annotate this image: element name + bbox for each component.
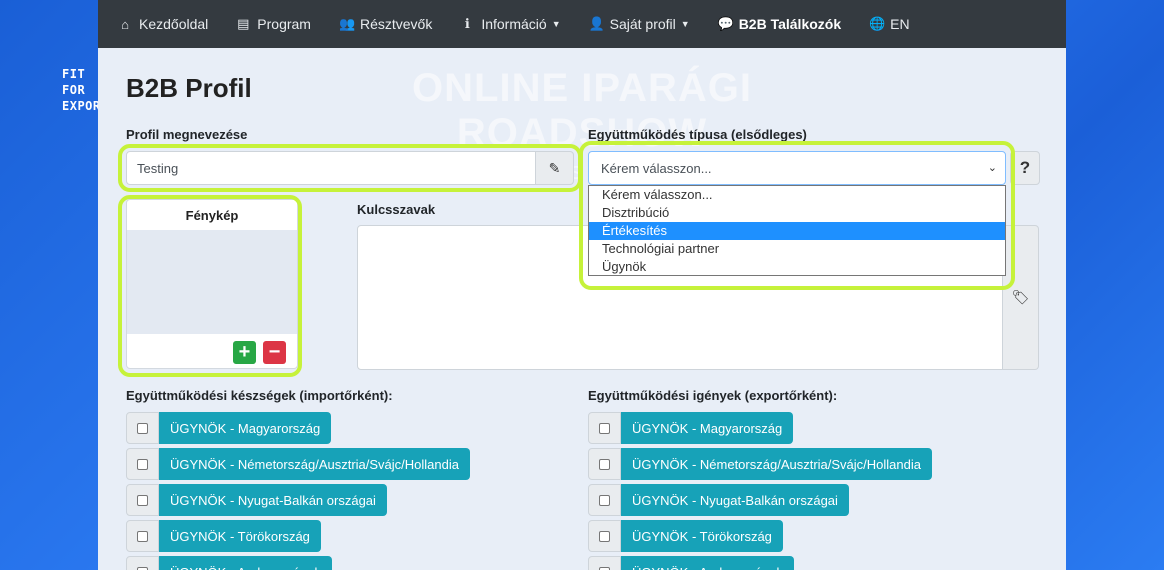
need-checkbox[interactable] xyxy=(588,484,621,516)
skill-checkbox[interactable] xyxy=(126,448,159,480)
help-button[interactable]: ? xyxy=(1010,151,1040,185)
cooperation-type-select[interactable]: Kérem válasszon... ⌄ xyxy=(588,151,1006,185)
profile-name-input[interactable]: Testing xyxy=(126,151,536,185)
tag-icon: 🏷 xyxy=(1003,225,1039,370)
clipboard-icon: ▤ xyxy=(237,16,250,31)
users-icon: 👥 xyxy=(338,16,356,31)
profile-name-label: Profil megnevezése xyxy=(126,127,248,142)
need-row: ÜGYNÖK - Németország/Ausztria/Svájc/Holl… xyxy=(588,448,932,480)
keywords-label: Kulcsszavak xyxy=(357,202,436,217)
caret-down-icon: ▼ xyxy=(680,19,690,29)
skill-label: ÜGYNÖK - Magyarország xyxy=(159,412,332,444)
chevron-down-icon: ⌄ xyxy=(987,162,997,174)
skill-row: ÜGYNÖK - Törökország xyxy=(126,520,321,552)
skill-label: ÜGYNÖK - Arab országok xyxy=(159,556,332,570)
caret-down-icon: ▼ xyxy=(551,19,561,29)
nav-item-b2b-talalkozok[interactable]: 💬 B2B Találkozók xyxy=(718,16,841,32)
need-row: ÜGYNÖK - Magyarország xyxy=(588,412,794,444)
comments-icon: 💬 xyxy=(717,16,734,31)
need-label: ÜGYNÖK - Törökország xyxy=(621,520,783,552)
dropdown-option[interactable]: Kérem válasszon... xyxy=(589,186,1005,204)
nav-item-sajat-profil[interactable]: 👤 Saját profil ▼ xyxy=(589,16,690,32)
nav-item-kezdooldal[interactable]: ⌂ Kezdőoldal xyxy=(118,16,208,32)
photo-card: Fénykép + − xyxy=(126,199,298,369)
top-navbar: ⌂ Kezdőoldal ▤ Program 👥 Résztvevők ℹ In… xyxy=(98,0,1066,48)
page-title: B2B Profil xyxy=(126,73,252,103)
remove-photo-button[interactable]: − xyxy=(263,341,286,364)
skill-label: ÜGYNÖK - Németország/Ausztria/Svájc/Holl… xyxy=(159,448,470,480)
need-checkbox[interactable] xyxy=(588,448,621,480)
add-photo-button[interactable]: + xyxy=(233,341,256,364)
dropdown-option-highlighted[interactable]: Értékesítés xyxy=(589,222,1005,240)
skill-checkbox[interactable] xyxy=(126,412,159,444)
photo-preview[interactable] xyxy=(127,230,297,334)
info-icon: ℹ xyxy=(464,16,470,31)
signature-icon: ✎ xyxy=(536,151,574,185)
skill-label: ÜGYNÖK - Törökország xyxy=(159,520,321,552)
cooperation-type-dropdown: Kérem válasszon... Disztribúció Értékesí… xyxy=(588,185,1006,276)
need-label: ÜGYNÖK - Németország/Ausztria/Svájc/Holl… xyxy=(621,448,932,480)
photo-label: Fénykép xyxy=(185,207,239,223)
profile-name-group: Testing ✎ xyxy=(126,151,574,185)
home-icon: ⌂ xyxy=(121,16,129,32)
nav-item-program[interactable]: ▤ Program xyxy=(236,16,311,32)
need-row: ÜGYNÖK - Nyugat-Balkán országai xyxy=(588,484,849,516)
skill-checkbox[interactable] xyxy=(126,520,159,552)
need-row: ÜGYNÖK - Törökország xyxy=(588,520,783,552)
user-icon: 👤 xyxy=(588,16,605,31)
globe-icon: 🌐 xyxy=(869,16,886,31)
dropdown-option[interactable]: Disztribúció xyxy=(589,204,1005,222)
skill-checkbox[interactable] xyxy=(126,556,159,570)
skill-label: ÜGYNÖK - Nyugat-Balkán országai xyxy=(159,484,387,516)
need-row: ÜGYNÖK - Arab országok xyxy=(588,556,794,570)
skill-row: ÜGYNÖK - Nyugat-Balkán országai xyxy=(126,484,387,516)
skill-row: ÜGYNÖK - Magyarország xyxy=(126,412,332,444)
need-checkbox[interactable] xyxy=(588,556,621,570)
cooperation-type-label: Együttműködés típusa (elsődleges) xyxy=(588,127,807,142)
photo-actions: + − xyxy=(127,334,297,368)
needs-label: Együttműködési igények (exportőrként): xyxy=(588,388,838,403)
skills-label: Együttműködési készségek (importőrként): xyxy=(126,388,393,403)
nav-item-resztvevok[interactable]: 👥 Résztvevők xyxy=(339,16,432,32)
need-label: ÜGYNÖK - Nyugat-Balkán országai xyxy=(621,484,849,516)
skill-row: ÜGYNÖK - Arab országok xyxy=(126,556,332,570)
page-container: ⌂ Kezdőoldal ▤ Program 👥 Résztvevők ℹ In… xyxy=(98,0,1066,570)
need-checkbox[interactable] xyxy=(588,412,621,444)
skill-checkbox[interactable] xyxy=(126,484,159,516)
skill-row: ÜGYNÖK - Németország/Ausztria/Svájc/Holl… xyxy=(126,448,470,480)
dropdown-option[interactable]: Ügynök xyxy=(589,258,1005,276)
need-checkbox[interactable] xyxy=(588,520,621,552)
need-label: ÜGYNÖK - Arab országok xyxy=(621,556,794,570)
nav-item-language[interactable]: 🌐 EN xyxy=(869,16,909,32)
need-label: ÜGYNÖK - Magyarország xyxy=(621,412,794,444)
dropdown-option[interactable]: Technológiai partner xyxy=(589,240,1005,258)
nav-item-informacio[interactable]: ℹ Információ ▼ xyxy=(460,16,561,32)
